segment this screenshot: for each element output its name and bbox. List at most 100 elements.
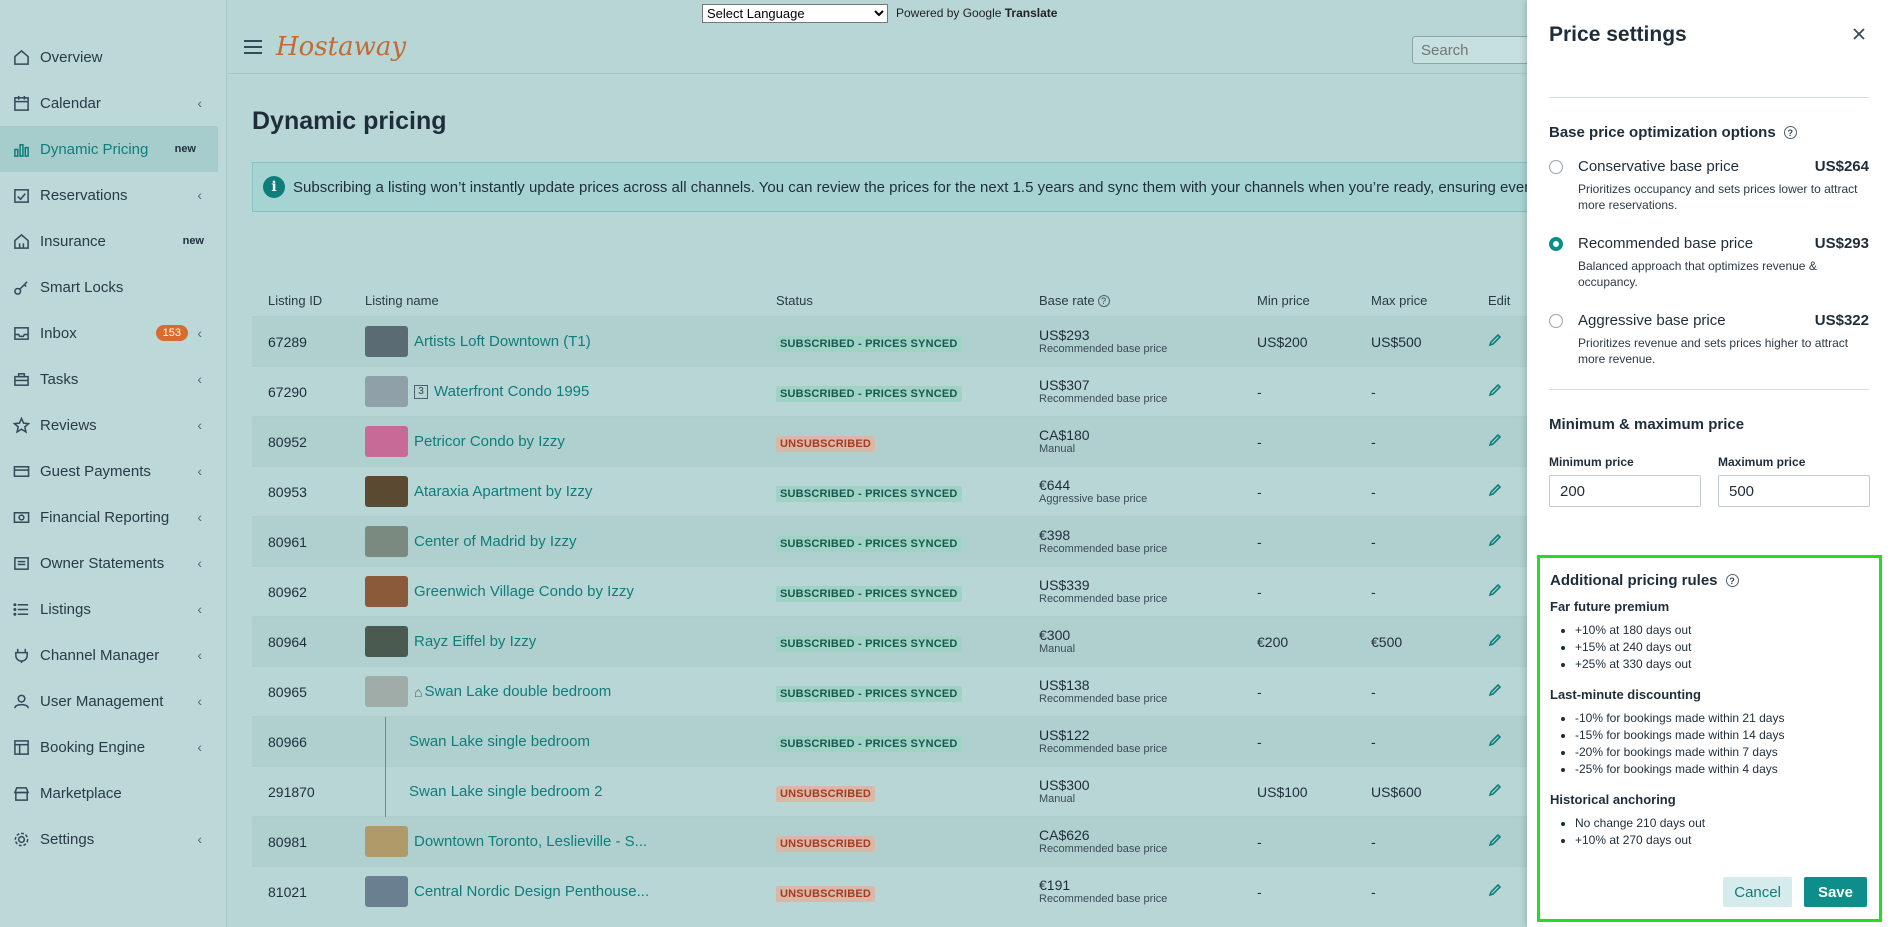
- col-max-price[interactable]: Max price: [1371, 293, 1488, 308]
- base-rate-cell: US$307 Recommended base price: [1039, 377, 1257, 406]
- status-cell: UNSUBSCRIBED: [776, 834, 1039, 852]
- sidebar-item-smart-locks[interactable]: Smart Locks: [0, 264, 226, 310]
- info-icon: i: [263, 176, 285, 198]
- option-label: Aggressive base price US$322: [1578, 312, 1869, 329]
- sidebar-item-marketplace[interactable]: Marketplace: [0, 770, 226, 816]
- pencil-icon[interactable]: [1488, 733, 1502, 750]
- max-price-value: -: [1371, 733, 1376, 750]
- sidebar-item-calendar[interactable]: Calendar ‹: [0, 80, 226, 126]
- listing-name-link[interactable]: Waterfront Condo 1995: [434, 383, 589, 400]
- sidebar-item-overview[interactable]: Overview: [0, 34, 226, 80]
- sidebar-item-label: User Management: [40, 692, 164, 710]
- sidebar-item-insurance[interactable]: Insurance new: [0, 218, 226, 264]
- table-row[interactable]: 80961 Center of Madrid by Izzy SUBSCRIBED …: [252, 516, 1528, 566]
- listing-name-link[interactable]: Center of Madrid by Izzy: [414, 533, 577, 550]
- base-rate-type: Recommended base price: [1039, 593, 1168, 605]
- sidebar-item-guest-payments[interactable]: Guest Payments ‹: [0, 448, 226, 494]
- col-min-price[interactable]: Min price: [1257, 293, 1371, 308]
- sidebar-item-settings[interactable]: Settings ‹: [0, 816, 226, 862]
- sidebar-item-booking-engine[interactable]: Booking Engine ‹: [0, 724, 226, 770]
- table-row[interactable]: 291870 Swan Lake single bedroom 2 UNSUBSCR…: [252, 766, 1528, 817]
- chevron-left-icon: ‹: [197, 647, 202, 663]
- listing-name-link[interactable]: Swan Lake double bedroom: [424, 683, 611, 700]
- table-row[interactable]: 80953 Ataraxia Apartment by Izzy SUBSCRIBE…: [252, 466, 1528, 516]
- listing-name-link[interactable]: Greenwich Village Condo by Izzy: [414, 583, 634, 600]
- sidebar-item-user-management[interactable]: User Management ‹: [0, 678, 226, 724]
- historical-title: Historical anchoring: [1550, 792, 1676, 807]
- table-row[interactable]: 80964 Rayz Eiffel by Izzy SUBSCRIBED - PRI…: [252, 616, 1528, 666]
- listing-id: 80961: [268, 533, 307, 550]
- save-button[interactable]: Save: [1803, 877, 1867, 907]
- col-listing-name[interactable]: Listing name: [365, 293, 776, 308]
- listing-name-link[interactable]: Downtown Toronto, Leslieville - S...: [414, 833, 647, 850]
- cancel-button[interactable]: Cancel: [1723, 877, 1792, 907]
- sidebar-item-label: Marketplace: [40, 784, 122, 802]
- sidebar-item-financial-reporting[interactable]: Financial Reporting ‹: [0, 494, 226, 540]
- listing-name-link[interactable]: Ataraxia Apartment by Izzy: [414, 483, 592, 500]
- sidebar-item-owner-statements[interactable]: Owner Statements ‹: [0, 540, 226, 586]
- base-rate-type: Recommended base price: [1039, 393, 1168, 405]
- help-icon[interactable]: ?: [1783, 126, 1797, 139]
- pencil-icon[interactable]: [1488, 383, 1502, 400]
- base-price-option[interactable]: Recommended base price US$293 Balanced app…: [1549, 235, 1869, 290]
- base-price-option[interactable]: Conservative base price US$264 Prioritizes…: [1549, 158, 1869, 213]
- pencil-icon[interactable]: [1488, 633, 1502, 650]
- pencil-icon[interactable]: [1488, 483, 1502, 500]
- language-select[interactable]: Select Language: [702, 3, 888, 23]
- radio-button[interactable]: [1549, 237, 1563, 251]
- sidebar-item-channel-manager[interactable]: Channel Manager ‹: [0, 632, 226, 678]
- status-badge: SUBSCRIBED - PRICES SYNCED: [776, 535, 962, 552]
- max-price-input[interactable]: [1718, 475, 1870, 507]
- sidebar-item-reviews[interactable]: Reviews ‹: [0, 402, 226, 448]
- col-status[interactable]: Status: [776, 293, 1039, 308]
- chevron-left-icon: ‹: [197, 601, 202, 617]
- edit-cell: [1488, 383, 1528, 400]
- table-row[interactable]: 80966 Swan Lake single bedroom SUBSCRIBED …: [252, 716, 1528, 767]
- listing-name-link[interactable]: Artists Loft Downtown (T1): [414, 333, 591, 350]
- base-rate-cell: €398 Recommended base price: [1039, 527, 1257, 556]
- pencil-icon[interactable]: [1488, 783, 1502, 800]
- pencil-icon[interactable]: [1488, 583, 1502, 600]
- pencil-icon[interactable]: [1488, 833, 1502, 850]
- close-icon[interactable]: [1851, 24, 1867, 40]
- table-row[interactable]: 80962 Greenwich Village Condo by Izzy SUBS…: [252, 566, 1528, 616]
- col-listing-id[interactable]: Listing ID: [252, 293, 365, 308]
- listing-id: 80962: [268, 583, 307, 600]
- sidebar-item-listings[interactable]: Listings ‹: [0, 586, 226, 632]
- status-cell: SUBSCRIBED - PRICES SYNCED: [776, 534, 1039, 552]
- top-bar: Hostaway: [228, 26, 1552, 74]
- help-icon[interactable]: ?: [1097, 295, 1110, 308]
- base-rate-value: €191: [1039, 877, 1071, 893]
- listing-name-link[interactable]: Petricor Condo by Izzy: [414, 433, 565, 450]
- pencil-icon[interactable]: [1488, 533, 1502, 550]
- pencil-icon[interactable]: [1488, 333, 1502, 350]
- pencil-icon[interactable]: [1488, 433, 1502, 450]
- sidebar-item-inbox[interactable]: Inbox 153 ‹: [0, 310, 226, 356]
- listing-name-link[interactable]: Swan Lake single bedroom 2: [409, 783, 602, 800]
- help-icon[interactable]: ?: [1725, 574, 1739, 587]
- status-badge: UNSUBSCRIBED: [776, 835, 876, 852]
- table-row[interactable]: 80952 Petricor Condo by Izzy UNSUBSCRIBED C…: [252, 416, 1528, 466]
- pencil-icon[interactable]: [1488, 883, 1502, 900]
- listing-name-link[interactable]: Swan Lake single bedroom: [409, 733, 590, 750]
- col-base-rate[interactable]: Base rate?: [1039, 293, 1257, 308]
- listing-name-link[interactable]: Rayz Eiffel by Izzy: [414, 633, 536, 650]
- table-row[interactable]: 67289 Artists Loft Downtown (T1) SUBSCRIBE…: [252, 316, 1528, 366]
- hamburger-menu-icon[interactable]: [244, 40, 262, 58]
- edit-cell: [1488, 683, 1528, 700]
- pencil-icon[interactable]: [1488, 683, 1502, 700]
- sidebar-item-tasks[interactable]: Tasks ‹: [0, 356, 226, 402]
- listing-name-link[interactable]: Central Nordic Design Penthouse...: [414, 883, 649, 900]
- table-row[interactable]: 81021 Central Nordic Design Penthouse... U…: [252, 866, 1528, 916]
- min-price-input[interactable]: [1549, 475, 1701, 507]
- status-badge: SUBSCRIBED - PRICES SYNCED: [776, 685, 962, 702]
- listing-name-cell: Downtown Toronto, Leslieville - S...: [365, 826, 776, 857]
- table-row[interactable]: 80965 ⌂ Swan Lake double bedroom SUBSCRIBED…: [252, 666, 1528, 716]
- sidebar-item-reservations[interactable]: Reservations ‹: [0, 172, 226, 218]
- radio-button[interactable]: [1549, 160, 1563, 174]
- radio-button[interactable]: [1549, 314, 1563, 328]
- sidebar-item-dynamic-pricing[interactable]: Dynamic Pricing new: [0, 126, 218, 172]
- table-row[interactable]: 80981 Downtown Toronto, Leslieville - S..…: [252, 816, 1528, 866]
- base-price-option[interactable]: Aggressive base price US$322 Prioritizes r…: [1549, 312, 1869, 367]
- table-row[interactable]: 67290 3 Waterfront Condo 1995 SUBSCRIBED - …: [252, 366, 1528, 416]
